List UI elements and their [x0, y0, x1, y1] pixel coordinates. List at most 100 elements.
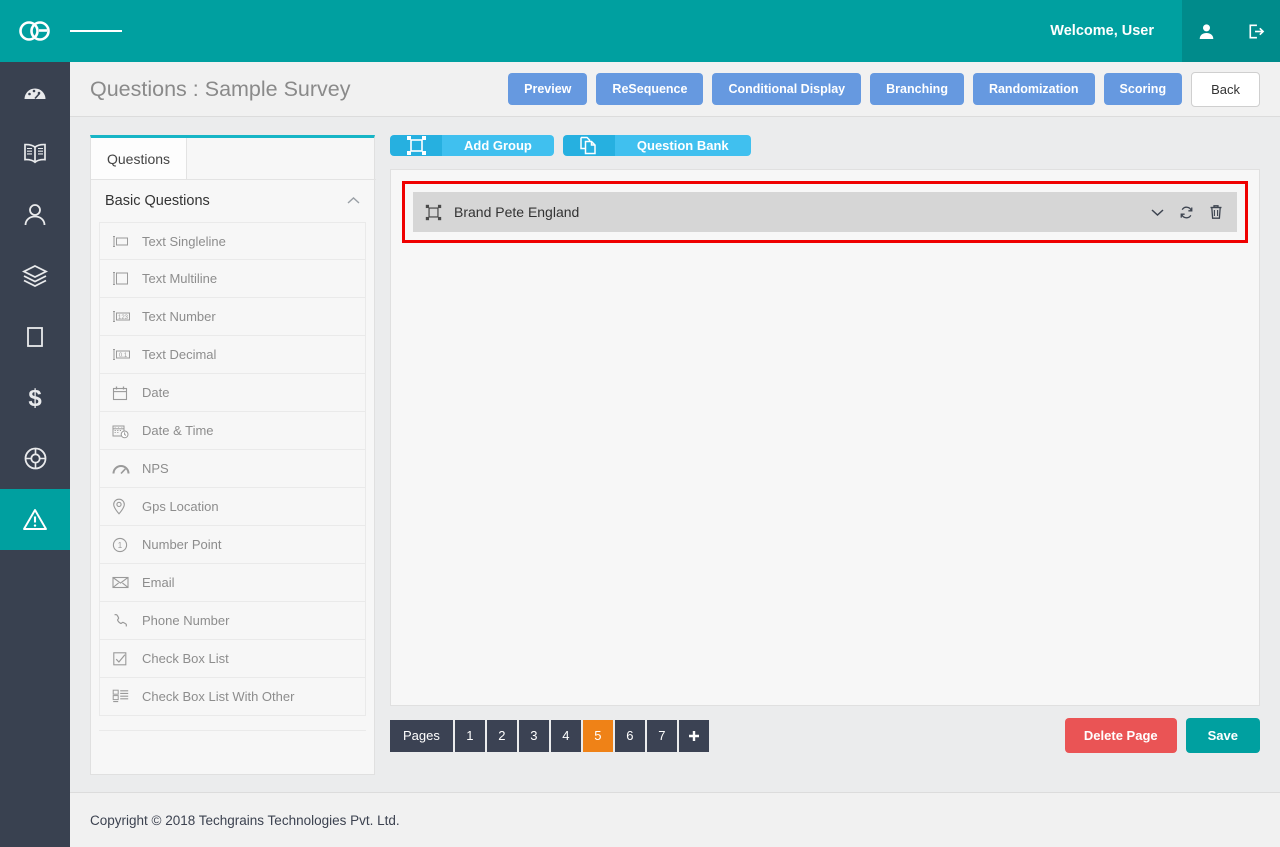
question-type-label: NPS — [142, 461, 169, 476]
question-type-label: Date & Time — [142, 423, 214, 438]
question-type-label: Email — [142, 575, 175, 590]
hamburger-bar — [104, 30, 122, 32]
app-logo[interactable] — [0, 0, 70, 62]
builder-toolbar: Add Group Question Bank — [390, 135, 1260, 156]
page-pagination: Pages 1 2 3 4 5 6 7 — [390, 719, 709, 752]
group-delete-button[interactable] — [1209, 204, 1223, 220]
question-type-label: Number Point — [142, 537, 222, 552]
tab-questions[interactable]: Questions — [91, 138, 188, 180]
question-type-date-time[interactable]: Date & Time — [99, 412, 366, 450]
text-number-icon: 123 — [112, 310, 136, 323]
question-types-panel: Questions Basic Questions Text Singlelin… — [90, 135, 376, 775]
question-type-text-singleline[interactable]: Text Singleline — [99, 222, 366, 260]
text-multiline-icon — [112, 271, 136, 286]
scoring-button[interactable]: Scoring — [1103, 73, 1183, 105]
basic-questions-label: Basic Questions — [105, 193, 210, 209]
group-refresh-button[interactable] — [1179, 205, 1194, 220]
question-type-text-decimal[interactable]: 0.1 Text Decimal — [99, 336, 366, 374]
preview-button[interactable]: Preview — [508, 73, 588, 105]
header-right: Welcome, User — [1050, 0, 1280, 62]
copyright-text: Copyright © 2018 Techgrains Technologies… — [90, 812, 400, 828]
question-type-text-multiline[interactable]: Text Multiline — [99, 260, 366, 298]
question-type-check-box-list-with-other[interactable]: Check Box List With Other — [99, 678, 366, 716]
sidebar-item-surveys[interactable] — [0, 489, 70, 550]
page-button-1[interactable]: 1 — [454, 719, 485, 752]
group-expand-button[interactable] — [1151, 208, 1164, 217]
page-button-3[interactable]: 3 — [518, 719, 549, 752]
survey-builder-panel: Add Group Question Bank Brand Pete Engla… — [390, 135, 1260, 775]
page-button-2[interactable]: 2 — [486, 719, 517, 752]
sidebar-item-library[interactable] — [0, 123, 70, 184]
randomization-button[interactable]: Randomization — [972, 73, 1095, 105]
book-icon — [24, 143, 46, 163]
question-type-label: Text Number — [142, 309, 216, 324]
delete-page-button[interactable]: Delete Page — [1064, 718, 1177, 753]
map-pin-icon — [112, 498, 136, 515]
panel-tabs: Questions — [91, 138, 376, 180]
question-type-number-point[interactable]: 1 Number Point — [99, 526, 366, 564]
group-actions — [1151, 204, 1223, 220]
pages-label: Pages — [390, 719, 453, 752]
question-type-date[interactable]: Date — [99, 374, 366, 412]
sidebar-item-users[interactable] — [0, 184, 70, 245]
calendar-icon — [112, 385, 136, 401]
add-group-button[interactable]: Add Group — [390, 135, 554, 156]
survey-group-row[interactable]: Brand Pete England — [413, 192, 1237, 232]
question-type-nps[interactable]: NPS — [99, 450, 366, 488]
svg-text:0.1: 0.1 — [119, 353, 128, 359]
branching-button[interactable]: Branching — [870, 73, 964, 105]
back-button[interactable]: Back — [1191, 71, 1260, 107]
basic-questions-group-header[interactable]: Basic Questions — [91, 180, 374, 222]
warning-triangle-icon — [23, 509, 47, 530]
question-bank-label: Question Bank — [614, 135, 751, 156]
logout-button[interactable] — [1231, 0, 1280, 62]
text-decimal-icon: 0.1 — [112, 348, 136, 361]
hamburger-bar — [70, 30, 88, 32]
hamburger-bar — [87, 30, 105, 32]
add-page-button[interactable] — [678, 719, 709, 752]
go-logo-icon — [19, 21, 50, 41]
footer-actions: Delete Page Save — [1064, 718, 1260, 753]
question-type-gps-location[interactable]: Gps Location — [99, 488, 366, 526]
question-type-text-number[interactable]: 123 Text Number — [99, 298, 366, 336]
svg-text:123: 123 — [118, 315, 129, 321]
page-button-6[interactable]: 6 — [614, 719, 645, 752]
sidebar-nav: $ — [0, 62, 70, 847]
calendar-clock-icon — [112, 423, 136, 439]
sidebar-item-support[interactable] — [0, 428, 70, 489]
question-type-label: Check Box List — [142, 651, 229, 666]
question-type-label: Text Singleline — [142, 233, 226, 249]
svg-text:$: $ — [28, 385, 42, 412]
sidebar-item-dashboard[interactable] — [0, 62, 70, 123]
survey-canvas: Brand Pete England — [390, 169, 1260, 706]
save-button[interactable]: Save — [1185, 718, 1260, 753]
page-button-4[interactable]: 4 — [550, 719, 581, 752]
top-header: Welcome, User — [0, 0, 1280, 62]
builder-footer: Pages 1 2 3 4 5 6 7 Delete Page Save — [390, 718, 1260, 753]
text-singleline-icon — [112, 235, 136, 248]
resequence-button[interactable]: ReSequence — [596, 73, 704, 105]
question-type-label: Check Box List With Other — [142, 689, 295, 704]
sidebar-item-layers[interactable] — [0, 245, 70, 306]
menu-toggle-button[interactable] — [70, 0, 122, 62]
question-type-label: Phone Number — [142, 613, 230, 628]
question-type-label: Gps Location — [142, 499, 219, 514]
question-type-email[interactable]: Email — [99, 564, 366, 602]
question-bank-button[interactable]: Question Bank — [562, 135, 751, 156]
checkbox-icon — [112, 651, 136, 667]
question-type-check-box-list[interactable]: Check Box List — [99, 640, 366, 678]
sidebar-item-forms[interactable] — [0, 306, 70, 367]
question-type-phone-number[interactable]: Phone Number — [99, 602, 366, 640]
user-icon — [24, 203, 46, 225]
page-button-7[interactable]: 7 — [646, 719, 677, 752]
add-group-label: Add Group — [442, 135, 554, 156]
page-button-5[interactable]: 5 — [582, 719, 613, 752]
sidebar-item-billing[interactable]: $ — [0, 367, 70, 428]
chevron-up-icon — [347, 193, 360, 209]
layers-icon — [21, 264, 49, 287]
conditional-display-button[interactable]: Conditional Display — [712, 73, 862, 105]
user-profile-button[interactable] — [1182, 0, 1231, 62]
envelope-icon — [112, 576, 136, 589]
dollar-icon: $ — [28, 385, 42, 412]
page-titlebar: Questions : Sample Survey Preview ReSequ… — [70, 62, 1280, 117]
